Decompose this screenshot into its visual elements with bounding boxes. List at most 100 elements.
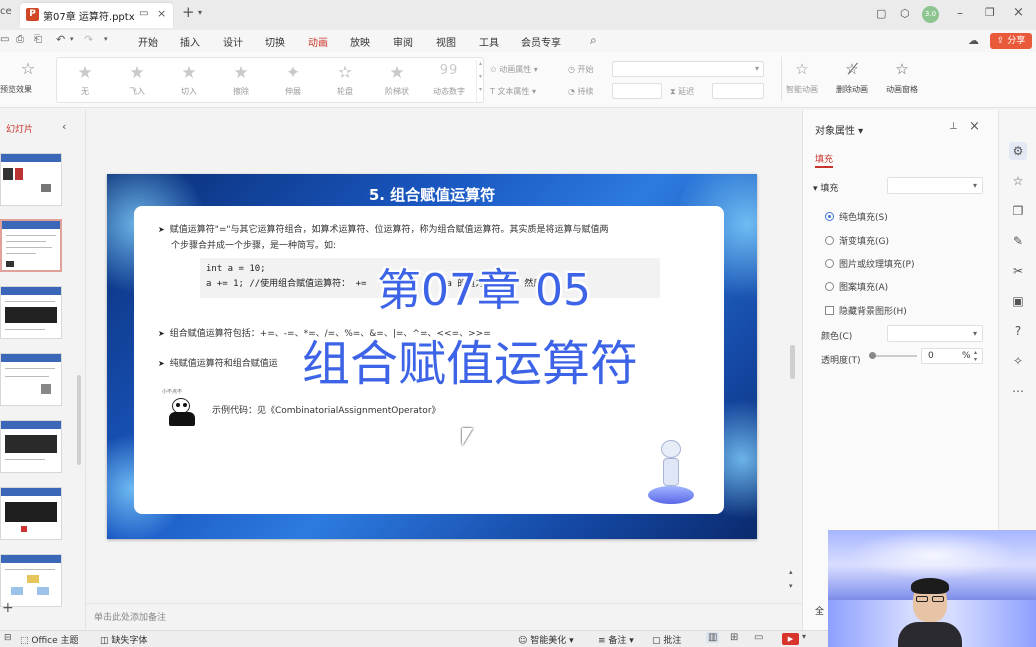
share-button[interactable]: ⇪ 分享 — [990, 33, 1032, 49]
transparency-input[interactable]: 0 % ▴ ▾ — [921, 348, 983, 364]
gallery-scroll[interactable]: ▴ ▾ ▾ — [476, 60, 484, 102]
restore-icon[interactable]: ❐ — [985, 6, 995, 19]
tab-home[interactable]: 开始 — [138, 34, 158, 49]
tab-review[interactable]: 审阅 — [393, 34, 413, 49]
theme-status[interactable]: ⬚ Office 主题 — [20, 633, 79, 646]
preview-effect-button[interactable]: ☆ 预览效果 — [0, 57, 48, 101]
effect-wipe[interactable]: ★ 擦除 — [215, 58, 267, 104]
stepper-icon[interactable]: ▴ ▾ — [974, 349, 977, 363]
pin-icon[interactable]: ⊥ — [949, 121, 958, 132]
notes-area[interactable]: 单击此处添加备注 — [86, 603, 802, 629]
effect-cut-in[interactable]: ★ 切入 — [163, 58, 215, 104]
minimize-icon[interactable]: – — [957, 6, 963, 20]
play-chevron-icon[interactable]: ▾ — [802, 632, 806, 641]
close-panel-icon[interactable]: × — [969, 119, 980, 134]
fill-subtab[interactable]: 填充 — [815, 152, 833, 165]
tab-slideshow[interactable]: 放映 — [350, 34, 370, 49]
effect-fly-in[interactable]: ★ 飞入 — [111, 58, 163, 104]
more-quick-chevron-icon[interactable]: ▾ — [104, 35, 108, 43]
missing-font-status[interactable]: ◫ 缺失字体 — [100, 633, 147, 646]
fill-section-title[interactable]: ▾ 填充 — [813, 181, 838, 194]
close-tab-icon[interactable]: × — [157, 7, 166, 20]
slide-thumbnail[interactable] — [0, 286, 62, 339]
notes-button[interactable]: ≡ 备注 ▾ — [598, 633, 634, 646]
thumbnail-scrollbar[interactable] — [77, 375, 81, 465]
color-select[interactable]: ▾ — [887, 325, 983, 342]
start-select[interactable]: ▾ — [612, 61, 764, 77]
tab-animation[interactable]: 动画 — [308, 34, 328, 54]
slide-thumbnail[interactable] — [0, 420, 62, 473]
cube-icon[interactable]: ⬡ — [900, 7, 910, 20]
plugin-icon[interactable]: ✧ — [1009, 352, 1027, 370]
settings-sliders-icon[interactable]: ⚙ — [1009, 142, 1027, 160]
comments-button[interactable]: ▢ 批注 — [652, 633, 681, 646]
remove-animation-button[interactable]: ☆̸ 删除动画 — [829, 60, 875, 95]
fill-option-gradient[interactable]: 渐变填充(G) — [825, 234, 889, 247]
effect-stretch[interactable]: ✦ 伸展 — [267, 58, 319, 104]
normal-view-icon[interactable]: ▥ — [706, 632, 720, 643]
add-slide-icon[interactable]: + — [2, 600, 14, 616]
star-tool-icon[interactable]: ☆ — [1009, 172, 1027, 190]
search-icon[interactable]: ⌕ — [590, 33, 597, 48]
fill-option-pattern[interactable]: 图案填充(A) — [825, 280, 888, 293]
tab-design[interactable]: 设计 — [223, 34, 243, 49]
slide-thumbnail[interactable] — [0, 153, 62, 206]
duration-input[interactable] — [612, 83, 662, 99]
brush-icon[interactable]: ✎ — [1009, 232, 1027, 250]
folder-icon[interactable]: ▭ — [0, 34, 9, 45]
transparency-slider[interactable] — [869, 355, 917, 357]
slide-thumbnail[interactable] — [0, 487, 62, 540]
delay-input[interactable] — [712, 83, 764, 99]
tab-insert[interactable]: 插入 — [180, 34, 200, 49]
properties-title[interactable]: 对象属性 ▾ — [815, 122, 863, 137]
animation-properties-button[interactable]: ✩ 动画属性 ▾ — [490, 64, 538, 75]
text-properties-button[interactable]: T 文本属性 ▾ — [490, 86, 536, 97]
copy-icon[interactable]: ❐ — [1009, 202, 1027, 220]
effect-dynamic-number[interactable]: 99 动态数字 — [423, 58, 475, 104]
tools-icon[interactable]: ✂ — [1009, 262, 1027, 280]
editor-scrollbar[interactable] — [790, 345, 795, 379]
fill-select[interactable]: ▾ — [887, 177, 983, 194]
help-icon[interactable]: ? — [1009, 322, 1027, 340]
document-tab[interactable]: P 第07章 运算符.pptx ▭ × — [20, 3, 173, 28]
scroll-up-icon[interactable]: ▴ — [789, 568, 793, 576]
smart-animation-button[interactable]: ☆ 智能动画 — [779, 60, 825, 95]
slide-thumbnail[interactable] — [0, 353, 62, 406]
more-icon[interactable]: ⋯ — [1009, 382, 1027, 400]
undo-icon[interactable]: ↶ — [56, 33, 65, 46]
save-icon[interactable]: ⎙ — [16, 34, 24, 45]
panel-more-tab[interactable]: 全 — [815, 604, 824, 617]
slide-canvas[interactable]: 5. 组合赋值运算符 赋值运算符"="与其它运算符组合，如算术运算符、位运算符，… — [107, 174, 757, 539]
fill-option-picture[interactable]: 图片或纹理填充(P) — [825, 257, 914, 270]
tab-list-chevron-icon[interactable]: ▾ — [198, 8, 202, 17]
print-icon[interactable]: ⎗ — [34, 34, 42, 45]
bookmark-icon[interactable]: ▣ — [1009, 292, 1027, 310]
tab-view[interactable]: 视图 — [436, 34, 456, 49]
effect-none[interactable]: ★ 无 — [59, 58, 111, 104]
monitor-icon[interactable]: ▭ — [139, 8, 148, 19]
close-window-icon[interactable]: × — [1013, 5, 1024, 20]
user-avatar[interactable]: 3.0 — [922, 6, 939, 23]
new-tab-icon[interactable]: + — [182, 5, 195, 20]
tab-member[interactable]: 会员专享 — [521, 34, 561, 49]
play-slideshow-icon[interactable]: ▶ — [782, 633, 799, 645]
smart-beautify-button[interactable]: ☺ 智能美化 ▾ — [518, 633, 574, 646]
redo-icon[interactable]: ↷ — [84, 33, 93, 46]
effect-wheel[interactable]: ✫ 轮盘 — [319, 58, 371, 104]
sorter-view-icon[interactable]: ⊞ — [730, 632, 738, 643]
animation-pane-button[interactable]: ☆ 动画窗格 — [879, 60, 925, 95]
slide-thumbnail-selected[interactable] — [0, 219, 62, 272]
undo-chevron-icon[interactable]: ▾ — [70, 35, 74, 43]
prev-app-tab[interactable]: ce — [0, 6, 14, 24]
cloud-icon[interactable]: ☁ — [968, 34, 979, 47]
tab-tools[interactable]: 工具 — [479, 34, 499, 49]
slider-handle[interactable] — [869, 352, 876, 359]
layout-icon[interactable]: ▢ — [876, 7, 886, 20]
effect-stairs[interactable]: ★ 阶梯状 — [371, 58, 423, 104]
reading-view-icon[interactable]: ▭ — [754, 632, 763, 643]
collapse-chevron-icon[interactable]: ‹ — [62, 120, 66, 133]
hide-background-checkbox[interactable]: 隐藏背景图形(H) — [825, 304, 907, 317]
tab-transition[interactable]: 切换 — [265, 34, 285, 49]
scroll-down-icon[interactable]: ▾ — [789, 582, 793, 590]
fill-option-solid[interactable]: 纯色填充(S) — [825, 210, 888, 223]
